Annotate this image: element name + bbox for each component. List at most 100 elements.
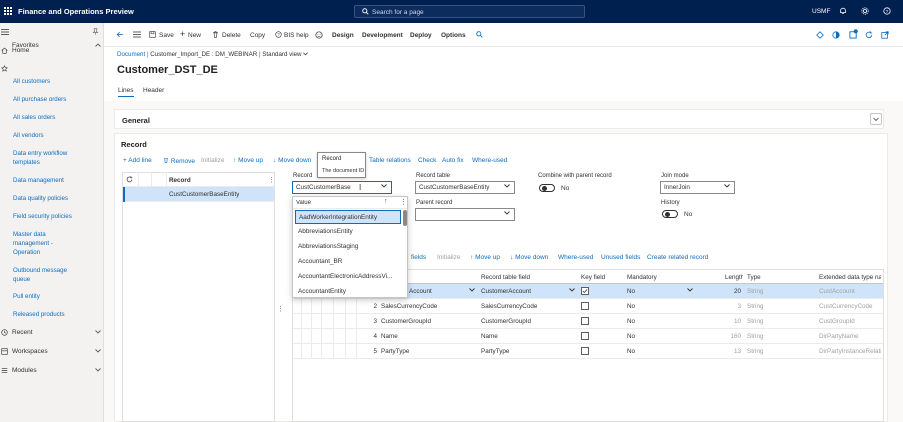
chevron-down-icon[interactable]: [724, 184, 730, 190]
pin-icon[interactable]: [92, 28, 99, 37]
key-field-checkbox[interactable]: [581, 317, 589, 325]
fields-initialize-button[interactable]: Initialize: [437, 254, 460, 261]
bell-icon[interactable]: [839, 7, 847, 17]
column-header-length[interactable]: Length: [725, 274, 743, 281]
record-table-field-cell[interactable]: CustomerAccount: [481, 288, 531, 295]
history-toggle[interactable]: [662, 210, 678, 218]
splitter-handle[interactable]: ⋮: [277, 305, 284, 313]
table-row[interactable]: 2 SalesCurrencyCode SalesCurrencyCode No…: [293, 299, 883, 314]
key-field-checkbox[interactable]: [581, 302, 589, 310]
new-button[interactable]: New: [188, 32, 201, 39]
add-line-button[interactable]: + Add line: [123, 157, 152, 164]
lookup-item[interactable]: AccountantEntity: [295, 285, 401, 297]
office-icon[interactable]: [832, 31, 840, 41]
lookup-item[interactable]: AccountantElectronicAddressVi...: [295, 270, 401, 284]
search-input[interactable]: Search for a page: [372, 9, 424, 16]
chevron-up-icon[interactable]: [95, 43, 101, 49]
field-name-cell[interactable]: SalesCurrencyCode: [381, 303, 437, 310]
initialize-button[interactable]: Initialize: [201, 157, 224, 164]
refresh-icon[interactable]: [865, 31, 873, 41]
field-name-cell[interactable]: CustomerGroupId: [381, 318, 431, 325]
design-tab[interactable]: Design: [332, 32, 354, 39]
key-field-checkbox[interactable]: [581, 287, 589, 295]
chevron-down-icon[interactable]: [95, 349, 101, 355]
bis-help-button[interactable]: BIS help: [284, 32, 309, 39]
nav-workspaces[interactable]: Workspaces: [12, 348, 48, 355]
tab-header[interactable]: Header: [143, 87, 164, 94]
field-name-cell[interactable]: Account: [409, 288, 432, 295]
favorite-all-vendors[interactable]: All vendors: [13, 131, 98, 140]
favorite-field-security-policies[interactable]: Field security policies: [13, 212, 98, 221]
favorite-all-purchase-orders[interactable]: All purchase orders: [13, 95, 98, 104]
nav-favorites[interactable]: Favorites: [12, 42, 39, 49]
chevron-down-icon[interactable]: [504, 211, 510, 217]
chevron-down-icon[interactable]: [95, 330, 101, 336]
mandatory-cell[interactable]: No: [627, 288, 635, 295]
open-new-window-icon[interactable]: [881, 31, 889, 41]
notifications-badge-icon[interactable]: [849, 29, 858, 41]
record-cell[interactable]: CustCustomerBaseEntity: [169, 191, 239, 198]
mandatory-cell[interactable]: No: [627, 318, 635, 325]
column-header-mandatory[interactable]: Mandatory: [627, 274, 657, 281]
app-launcher-icon[interactable]: [4, 7, 12, 15]
more-icon[interactable]: ⋮: [400, 198, 407, 206]
chevron-down-icon[interactable]: [381, 184, 387, 190]
column-header-key-field[interactable]: Key field: [581, 274, 605, 281]
column-header-value[interactable]: Value: [296, 200, 311, 206]
record-table-field-cell[interactable]: PartyType: [481, 348, 509, 355]
move-up-button[interactable]: ↑ Move up: [233, 157, 263, 164]
chevron-down-icon[interactable]: [687, 287, 693, 294]
lookup-item[interactable]: AbbreviationsEntity: [295, 225, 401, 239]
chevron-down-icon[interactable]: [469, 287, 475, 294]
diamond-icon[interactable]: [816, 31, 824, 41]
development-tab[interactable]: Development: [362, 32, 403, 39]
hamburger-menu-icon[interactable]: [1, 29, 9, 37]
record-table-input[interactable]: CustCustomerBaseEntity: [415, 181, 515, 194]
create-related-record-button[interactable]: Create related record: [647, 254, 708, 261]
mandatory-cell[interactable]: No: [627, 333, 635, 340]
favorite-pull-entity[interactable]: Pull entity: [13, 292, 98, 301]
field-name-cell[interactable]: PartyType: [381, 348, 409, 355]
record-table-field-cell[interactable]: SalesCurrencyCode: [481, 303, 537, 310]
fields-where-used-button[interactable]: Where-used: [558, 254, 593, 261]
lookup-item[interactable]: AbbreviationsStaging: [295, 240, 401, 254]
column-header-type[interactable]: Type: [747, 274, 761, 281]
favorite-master-data-management[interactable]: Master data management - Operation: [13, 230, 63, 257]
mandatory-cell[interactable]: No: [627, 348, 635, 355]
favorite-outbound-message-queue[interactable]: Outbound message queue: [13, 266, 75, 284]
move-down-button[interactable]: ↓ Move down: [273, 157, 311, 164]
favorite-data-management[interactable]: Data management: [13, 176, 98, 185]
lookup-item[interactable]: Accountant_BR: [295, 255, 401, 269]
chevron-down-icon[interactable]: [569, 287, 575, 294]
general-fasttab[interactable]: General: [114, 109, 884, 129]
unused-fields-button[interactable]: Unused fields: [601, 254, 640, 261]
home-icon[interactable]: [1, 47, 8, 56]
column-header-extended-data-type[interactable]: Extended data type na: [819, 274, 881, 281]
table-row[interactable]: CustCustomerBaseEntity: [123, 187, 274, 202]
table-row[interactable]: 5 PartyType PartyType No 13 String DirPa…: [293, 344, 883, 359]
record-table-field-cell[interactable]: Name: [481, 333, 498, 340]
mandatory-cell[interactable]: No: [627, 303, 635, 310]
field-name-cell[interactable]: Name: [381, 333, 398, 340]
back-arrow-icon[interactable]: [116, 31, 124, 40]
company-selector[interactable]: USMF: [812, 8, 830, 15]
table-row[interactable]: 3 CustomerGroupId CustomerGroupId No 10 …: [293, 314, 883, 329]
lookup-scrollbar[interactable]: [403, 210, 407, 226]
gear-icon[interactable]: [861, 7, 869, 17]
more-icon[interactable]: ⋮: [268, 176, 275, 184]
chevron-down-icon[interactable]: [870, 113, 882, 125]
favorite-all-customers[interactable]: All customers: [13, 77, 98, 86]
save-button[interactable]: Save: [159, 32, 174, 39]
key-field-checkbox[interactable]: [581, 332, 589, 340]
record-input[interactable]: CustCustomerBase: [292, 181, 392, 194]
nav-modules[interactable]: Modules: [12, 367, 37, 374]
chevron-down-icon[interactable]: [303, 51, 309, 58]
chevron-down-icon[interactable]: [504, 184, 510, 190]
fields-move-down-button[interactable]: ↓ Move down: [510, 254, 548, 261]
where-used-button[interactable]: Where-used: [472, 157, 507, 164]
favorite-data-entry-workflow-templates[interactable]: Data entry workflow templates: [13, 149, 81, 167]
check-button[interactable]: Check: [418, 157, 436, 164]
emoji-feedback-icon[interactable]: [315, 31, 323, 41]
fields-button[interactable]: fields: [411, 254, 426, 261]
copy-button[interactable]: Copy: [250, 32, 265, 39]
